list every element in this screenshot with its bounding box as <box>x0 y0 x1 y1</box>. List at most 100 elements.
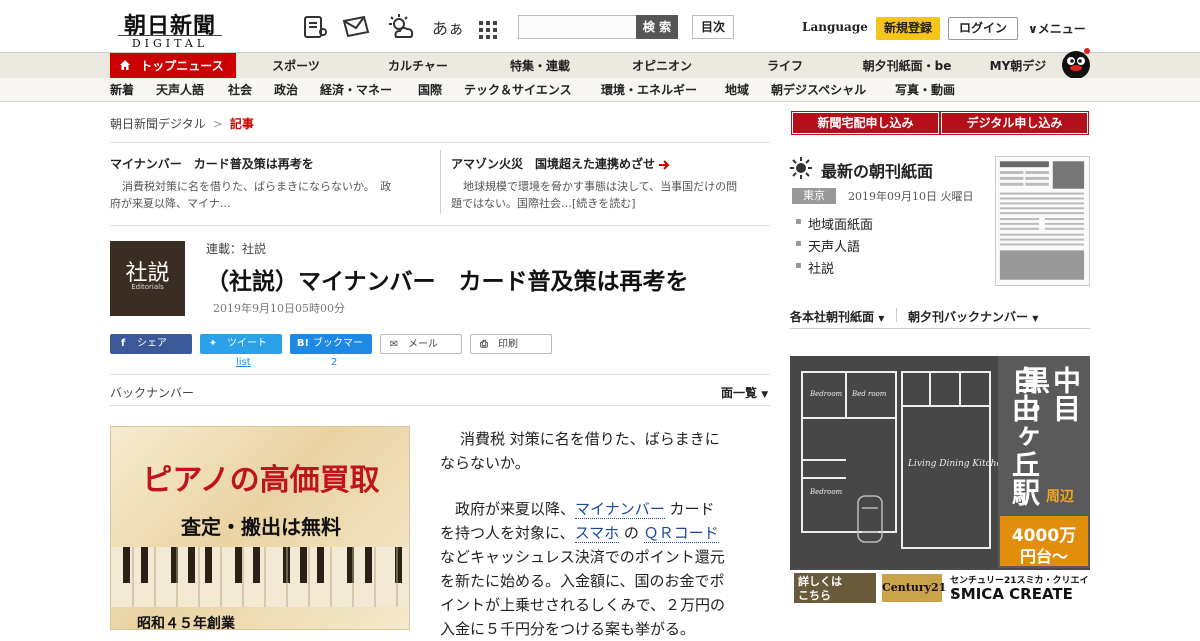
language-link[interactable]: Language <box>802 20 868 34</box>
sun-icon <box>790 157 812 179</box>
piano-keys-image <box>111 547 409 607</box>
nav-paper[interactable]: 朝夕刊紙面・be <box>852 53 962 79</box>
font-size-toggle[interactable]: あぁ <box>432 15 464 39</box>
edition-city-badge: 東京 <box>792 188 836 204</box>
piano-ad[interactable]: ピアノの高価買取 査定・搬出は無料 昭和４５年創業 <box>110 426 410 630</box>
menu-button[interactable]: ∨メニュー <box>1028 20 1086 37</box>
breadcrumb: 朝日新聞デジタル > 記事 <box>110 115 254 132</box>
latest-paper-title[interactable]: 最新の朝刊紙面 <box>821 158 933 182</box>
caret-down-icon: ▼ <box>878 314 885 323</box>
paper-link-editorial[interactable]: 社説 <box>808 258 834 277</box>
body-line: を持つ人を対象に、スマホ の ＱＲコード <box>440 521 750 545</box>
home-delivery-button[interactable]: 新聞宅配申し込み <box>792 112 939 134</box>
ad-more-button[interactable]: 詳しくは こちら <box>794 573 876 603</box>
body-line: を新たに始める。入金額に、国のお金でポ <box>440 572 725 590</box>
mail-share-button[interactable]: ✉ メール <box>380 334 462 354</box>
article-title: （社説）マイナンバー カード普及策は再考を <box>206 269 689 295</box>
twitter-share-button[interactable]: ✦ ツイート <box>200 334 282 354</box>
mascot-icon <box>1062 48 1090 79</box>
room-label: Living Dining Kitchen <box>907 459 1000 469</box>
subnav-international[interactable]: 国際 <box>418 78 442 102</box>
newspaper-thumbnail[interactable] <box>995 156 1090 286</box>
nav-life[interactable]: ライフ <box>737 53 833 79</box>
share-label: 印刷 <box>498 339 518 350</box>
thumbnail-subtitle: Editorials <box>131 283 164 291</box>
hatena-bookmark-button[interactable]: B! ブックマーク <box>290 334 372 369</box>
digital-subscribe-button[interactable]: デジタル申し込み <box>941 112 1088 134</box>
series-label[interactable]: 連載：社説 <box>206 240 266 257</box>
facebook-icon: f <box>120 338 126 349</box>
mail-icon: ✉ <box>389 339 399 350</box>
share-label: ツイート <box>227 338 267 349</box>
nav-features[interactable]: 特集・連載 <box>492 53 588 79</box>
editorial-thumbnail: 社説 Editorials <box>110 241 185 316</box>
grid-menu-icon[interactable] <box>478 17 498 43</box>
backnumber-label[interactable]: バックナンバー <box>110 384 194 401</box>
article-paragraph-2: 政府が来夏以降、マイナンバー カード を持つ人を対象に、スマホ の ＱＲコード … <box>440 497 750 641</box>
paper-link-regional[interactable]: 地域面紙面 <box>808 214 873 233</box>
nav-sports[interactable]: スポーツ <box>248 53 344 79</box>
breadcrumb-home[interactable]: 朝日新聞デジタル <box>110 117 206 131</box>
twitter-list-link[interactable]: list <box>236 357 251 368</box>
sub-nav: 新着 天声人語 社会 政治 経済・マネー 国際 テック＆サイエンス 環境・エネル… <box>0 78 1200 102</box>
nav-culture[interactable]: カルチャー <box>370 53 466 79</box>
subnav-society[interactable]: 社会 <box>228 78 252 102</box>
search-button[interactable]: 検 索 <box>636 15 678 39</box>
ad-headline-2: 自由ヶ丘駅 <box>1008 366 1041 506</box>
subnav-economy[interactable]: 経済・マネー <box>320 78 392 102</box>
body-line: 入金に５千円分をつける案も挙がる。 <box>440 620 696 638</box>
century21-logo: Century21 <box>882 574 946 602</box>
body-text: 政府が来夏以降、 <box>455 500 576 518</box>
subnav-photo-video[interactable]: 写真・動画 <box>895 78 955 102</box>
related-body-line: 府が来夏以降、マイナ… <box>110 197 231 210</box>
related-title-1[interactable]: マイナンバー カード普及策は再考を <box>110 155 314 172</box>
subnav-region[interactable]: 地域 <box>725 78 749 102</box>
subnav-latest[interactable]: 新着 <box>110 78 134 102</box>
nav-opinion[interactable]: オピニオン <box>614 53 710 79</box>
subnav-environment[interactable]: 環境・エネルギー <box>601 78 697 102</box>
asahi-logo[interactable]: 朝日新聞 DIGITAL <box>110 8 230 50</box>
article-paragraph-1: 消費税 対策に名を借りた、ばらまきに ならないか。 <box>440 427 750 475</box>
subnav-politics[interactable]: 政治 <box>274 78 298 102</box>
subnav-special[interactable]: 朝デジスペシャル <box>771 78 866 102</box>
mail-ticket-icon[interactable] <box>342 14 370 40</box>
keyword-link-mynumber[interactable]: マイナンバー <box>575 500 665 519</box>
subnav-tech-science[interactable]: テック＆サイエンス <box>464 78 572 102</box>
keyword-link-smartphone[interactable]: スマホ <box>574 524 620 543</box>
real-estate-ad[interactable]: Bedroom Bed room Bedroom Living Dining K… <box>790 356 1090 606</box>
ad-price-2: 円台〜 <box>1019 547 1068 566</box>
paper-backnumber-dropdown[interactable]: 朝夕刊バックナンバー ▼ <box>908 308 1038 325</box>
dropdown-label: 朝夕刊バックナンバー <box>908 310 1029 324</box>
weather-icon[interactable] <box>386 14 416 40</box>
keyword-link-qrcode[interactable]: ＱＲコード <box>643 524 719 543</box>
bullet: ▪ <box>795 216 802 227</box>
newspaper-icon[interactable] <box>302 14 328 40</box>
paper-link-tenseijingo[interactable]: 天声人語 <box>808 236 860 255</box>
body-line: 政府が来夏以降、マイナンバー カード <box>440 497 750 521</box>
site-header: 朝日新聞 DIGITAL あぁ 検 索 目次 Language 新規登録 ログイ… <box>0 0 1200 52</box>
article-date: 2019年9月10日05時00分 <box>213 302 345 315</box>
body-line: イントが上乗せされるしくみで、２万円の <box>440 596 726 614</box>
share-label: メール <box>408 339 438 350</box>
register-button[interactable]: 新規登録 <box>876 17 940 40</box>
subnav-tenseijingo[interactable]: 天声人語 <box>156 78 204 102</box>
nav-my-asadigi[interactable]: MY朝デジ <box>980 53 1056 79</box>
ad-subheadline: 査定・搬出は無料 <box>181 515 341 539</box>
nav-top-news[interactable]: トップニュース <box>110 53 236 79</box>
hatena-icon: B! <box>296 338 310 349</box>
search-input[interactable] <box>518 15 638 39</box>
divider <box>110 225 770 226</box>
login-button[interactable]: ログイン <box>948 17 1018 40</box>
divider <box>110 405 770 406</box>
body-text: カード <box>664 500 715 518</box>
regional-papers-dropdown[interactable]: 各本社朝刊紙面 ▼ <box>790 308 884 325</box>
print-button[interactable]: ⎙ 印刷 <box>470 334 552 354</box>
arrow-right-icon <box>659 159 670 170</box>
divider <box>440 150 441 214</box>
hatena-count[interactable]: 2 <box>331 357 337 368</box>
toc-button[interactable]: 目次 <box>692 15 734 39</box>
facebook-share-button[interactable]: f シェア <box>110 334 192 354</box>
related-title-2[interactable]: アマゾン火災 国境超えた連携めざせ <box>451 155 671 172</box>
page-list-dropdown[interactable]: 面一覧 ▼ <box>721 384 768 401</box>
related-body-2: 地球規模で環境を脅かす事態は決して、当事国だけの問 題ではない。国際社会…[続き… <box>451 178 771 212</box>
